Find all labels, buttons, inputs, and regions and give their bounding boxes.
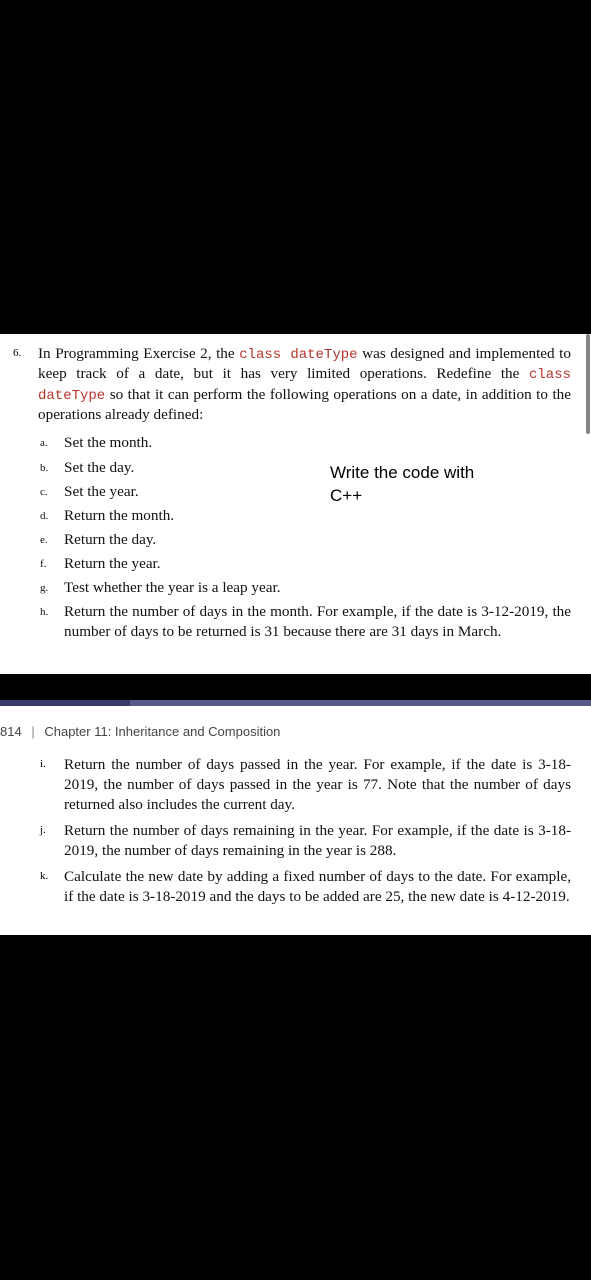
item-text: Return the number of days passed in the … bbox=[64, 755, 571, 815]
item-text: Set the year. bbox=[64, 482, 571, 502]
question-intro: In Programming Exercise 2, the class dat… bbox=[38, 344, 571, 646]
handwritten-annotation: Write the code with C++ bbox=[330, 462, 474, 508]
item-label: j. bbox=[38, 821, 64, 861]
item-text: Set the month. bbox=[64, 433, 571, 453]
code-span-1: class dateType bbox=[239, 347, 357, 363]
page-gap bbox=[0, 674, 591, 700]
item-label: b. bbox=[38, 458, 64, 478]
list-item: j.Return the number of days remaining in… bbox=[38, 821, 571, 861]
annotation-line-2: C++ bbox=[330, 485, 474, 508]
item-label: a. bbox=[38, 433, 64, 453]
question-number: 6. bbox=[10, 344, 38, 646]
page-1: 6. In Programming Exercise 2, the class … bbox=[0, 334, 591, 674]
sub-items-list-2: i.Return the number of days passed in th… bbox=[38, 755, 571, 907]
intro-text-1: In Programming Exercise 2, the bbox=[38, 345, 239, 362]
item-label: k. bbox=[38, 867, 64, 907]
item-label: c. bbox=[38, 482, 64, 502]
item-text: Return the number of days remaining in t… bbox=[64, 821, 571, 861]
page-number: 814 bbox=[0, 724, 22, 739]
item-text: Set the day. bbox=[64, 458, 571, 478]
list-item: a.Set the month. bbox=[38, 433, 571, 453]
chapter-title: Chapter 11: Inheritance and Composition bbox=[44, 724, 280, 739]
annotation-line-1: Write the code with bbox=[330, 462, 474, 485]
question-block: 6. In Programming Exercise 2, the class … bbox=[10, 344, 571, 646]
list-item: i.Return the number of days passed in th… bbox=[38, 755, 571, 815]
page-2: 814 | Chapter 11: Inheritance and Compos… bbox=[0, 706, 591, 935]
item-text: Return the month. bbox=[64, 506, 571, 526]
item-text: Test whether the year is a leap year. bbox=[64, 578, 571, 598]
list-item: c.Set the year. bbox=[38, 482, 571, 502]
item-label: f. bbox=[38, 554, 64, 574]
list-item: h.Return the number of days in the month… bbox=[38, 602, 571, 642]
item-text: Return the day. bbox=[64, 530, 571, 550]
item-text: Return the number of days in the month. … bbox=[64, 602, 571, 642]
item-label: h. bbox=[38, 602, 64, 642]
item-label: e. bbox=[38, 530, 64, 550]
list-item: f.Return the year. bbox=[38, 554, 571, 574]
item-label: g. bbox=[38, 578, 64, 598]
item-text: Calculate the new date by adding a fixed… bbox=[64, 867, 571, 907]
document-viewport: 6. In Programming Exercise 2, the class … bbox=[0, 334, 591, 935]
sub-items-list-1: a.Set the month.b.Set the day.c.Set the … bbox=[38, 433, 571, 642]
item-text: Return the year. bbox=[64, 554, 571, 574]
list-item: k.Calculate the new date by adding a fix… bbox=[38, 867, 571, 907]
intro-text-3: so that it can perform the following ope… bbox=[38, 386, 571, 423]
item-label: i. bbox=[38, 755, 64, 815]
list-item: d.Return the month. bbox=[38, 506, 571, 526]
list-item: b.Set the day. bbox=[38, 458, 571, 478]
list-item: e.Return the day. bbox=[38, 530, 571, 550]
list-item: g.Test whether the year is a leap year. bbox=[38, 578, 571, 598]
header-separator: | bbox=[31, 724, 34, 739]
chapter-header: 814 | Chapter 11: Inheritance and Compos… bbox=[0, 724, 571, 739]
item-label: d. bbox=[38, 506, 64, 526]
scroll-indicator bbox=[586, 334, 590, 434]
